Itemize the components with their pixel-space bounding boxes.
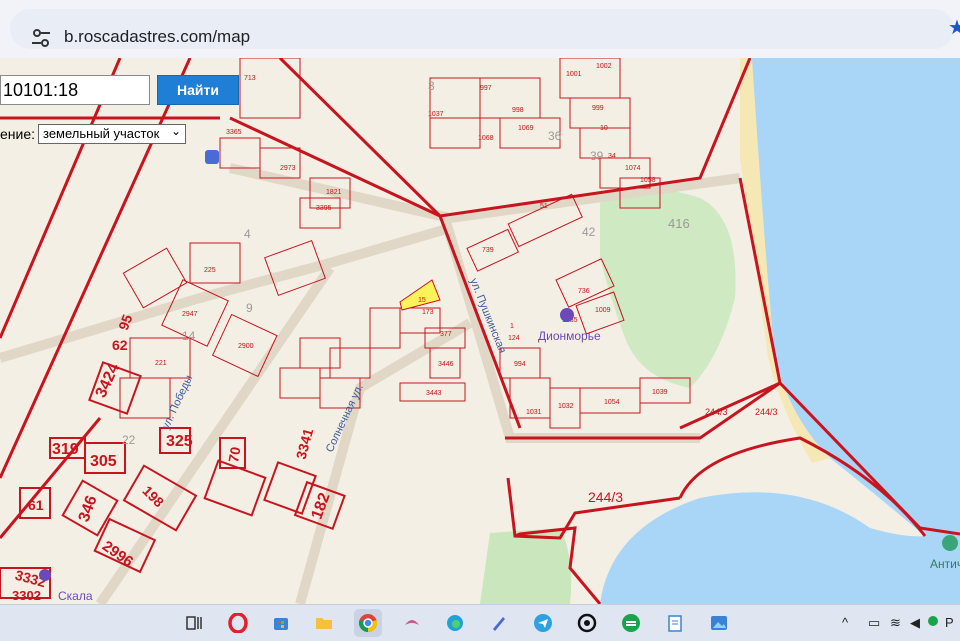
poi-icon	[39, 569, 51, 581]
parcel-label: 51	[540, 203, 548, 210]
parcel-label: 3446	[438, 361, 454, 368]
parcel-label: 325	[166, 433, 193, 450]
parcel-label: 61	[28, 497, 44, 513]
parcel-label: 3443	[426, 390, 442, 397]
quarter-label: 36	[548, 129, 562, 143]
parcel-label: 3302	[12, 588, 41, 603]
chrome-icon[interactable]	[354, 609, 382, 637]
parcel-label: 713	[244, 75, 256, 82]
volume-icon[interactable]: ◀	[910, 615, 920, 631]
poi-label: Античное городище	[930, 557, 960, 571]
parcel-label: 377	[440, 331, 452, 338]
file-explorer-icon[interactable]	[310, 609, 338, 637]
browser-address-bar: b.roscadastres.com/map ★	[0, 0, 960, 59]
task-view-icon[interactable]	[180, 609, 208, 637]
parcel-label: 3365	[226, 129, 242, 136]
poi-label: Скала	[58, 589, 93, 603]
hotel-poi-icon	[560, 308, 574, 322]
quarter-label: 14	[182, 329, 196, 343]
parcel-label: 15	[418, 297, 426, 304]
parcel-label: 998	[512, 107, 524, 114]
green-app-icon[interactable]	[617, 609, 645, 637]
tray-language[interactable]: Р	[945, 615, 954, 630]
parcel-label: 997	[480, 85, 492, 92]
parcel-label: 3395	[316, 205, 332, 212]
cadastral-number-input[interactable]: 10101:18	[0, 75, 150, 105]
poi-label: Дионморье	[538, 329, 601, 343]
quarter-label: 39	[590, 149, 604, 163]
parcel-label: 305	[90, 453, 117, 470]
app-shell-icon[interactable]	[398, 609, 426, 637]
parcel-label: 1009	[595, 307, 611, 314]
parcel-label: 244/3	[588, 489, 623, 505]
wifi-icon[interactable]: ≋	[890, 615, 901, 631]
whatsapp-icon[interactable]	[573, 609, 601, 637]
parcel-label: 1069	[518, 125, 534, 132]
parcel-label: 736	[578, 288, 590, 295]
landmark-poi-icon	[942, 535, 958, 551]
parcel-label: 1039	[652, 389, 668, 396]
parcel-label: 1032	[558, 403, 574, 410]
parcel-label: 1054	[604, 399, 620, 406]
object-type-select[interactable]: земельный участок ⌄	[38, 124, 186, 144]
parcel-label: 1002	[596, 63, 612, 70]
shield-icon[interactable]	[927, 615, 939, 630]
windows-taskbar: ^ ▭ ≋ ◀ Р	[0, 604, 960, 641]
url-field[interactable]: b.roscadastres.com/map	[10, 9, 954, 49]
device-icon[interactable]: ▭	[868, 615, 880, 631]
parcel-label: 1068	[478, 135, 494, 142]
parcel-label: 221	[155, 360, 167, 367]
parcel-label: 1821	[326, 189, 342, 196]
find-button[interactable]: Найти	[157, 75, 239, 105]
parcel-label: 1058	[640, 177, 656, 184]
parcel-label: 1037	[428, 111, 444, 118]
parcel-label: 319	[52, 441, 79, 458]
edge-icon[interactable]	[441, 609, 469, 637]
parcel-label: 2947	[182, 311, 198, 318]
chevron-down-icon: ⌄	[170, 124, 181, 138]
parcel-label: 994	[514, 361, 526, 368]
bookmark-star-icon[interactable]: ★	[948, 15, 960, 40]
parcel-label: 70	[225, 445, 243, 463]
quarter-label: 3	[428, 79, 435, 93]
parcel-label: 62	[112, 337, 128, 353]
parcel-label: 173	[422, 309, 434, 316]
photos-icon[interactable]	[705, 609, 733, 637]
quarter-label: 416	[668, 216, 690, 231]
site-info-icon[interactable]	[30, 27, 52, 49]
parcel-label: 1001	[566, 71, 582, 78]
quarter-label: 42	[582, 225, 596, 239]
parcel-label: 1	[510, 323, 514, 330]
url-text[interactable]: b.roscadastres.com/map	[64, 27, 250, 47]
object-type-label: ение:	[0, 126, 36, 142]
parcel-label: 1031	[526, 409, 542, 416]
parcel-label: 124	[508, 335, 520, 342]
parcel-label: 2973	[280, 165, 296, 172]
quarter-label: 4	[244, 227, 251, 241]
parcel-label: 999	[592, 105, 604, 112]
pen-app-icon[interactable]	[485, 609, 513, 637]
notepad-icon[interactable]	[661, 609, 689, 637]
parcel-label: 225	[204, 267, 216, 274]
chevron-up-icon[interactable]: ^	[842, 615, 848, 630]
microsoft-store-icon[interactable]	[267, 609, 295, 637]
quarter-label: 9	[246, 301, 253, 315]
object-type-value: земельный участок	[43, 126, 160, 141]
opera-icon[interactable]	[224, 609, 252, 637]
parcel-label: 2900	[238, 343, 254, 350]
park-area-south	[480, 528, 572, 604]
parcel-label: 739	[482, 247, 494, 254]
parcel-label: 244/3	[705, 407, 728, 417]
bus-stop-icon	[205, 150, 219, 164]
quarter-label: 22	[122, 433, 136, 447]
telegram-icon[interactable]	[529, 609, 557, 637]
parcel-label: 1074	[625, 165, 641, 172]
parcel-label: 34	[608, 153, 616, 160]
parcel-label: 10	[600, 125, 608, 132]
parcel-label: 244/3	[755, 407, 778, 417]
